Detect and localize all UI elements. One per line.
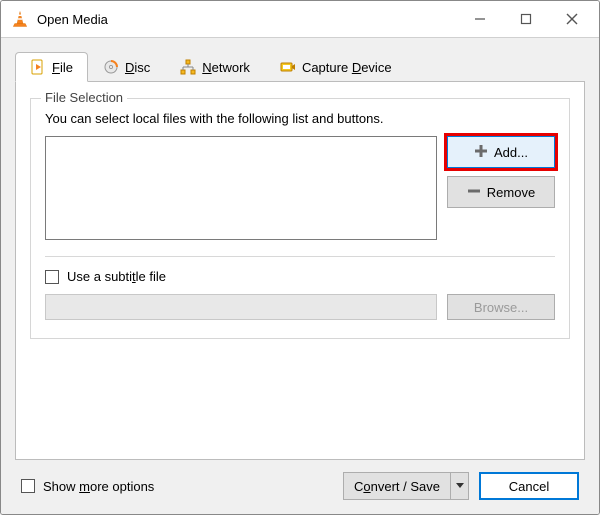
- file-selection-description: You can select local files with the foll…: [45, 111, 555, 126]
- show-more-row: Show more options: [21, 479, 154, 494]
- subtitle-input: [45, 294, 437, 320]
- file-icon: [30, 59, 46, 75]
- footer: Show more options Convert / Save Cancel: [15, 460, 585, 504]
- subtitle-browse-label: Browse...: [474, 300, 528, 315]
- tab-capture[interactable]: Capture Device: [265, 52, 407, 82]
- disc-icon: [103, 59, 119, 75]
- add-button[interactable]: Add...: [447, 136, 555, 168]
- file-list[interactable]: [45, 136, 437, 240]
- file-side-buttons: Add... Remove: [447, 136, 555, 208]
- file-selection-fieldset: File Selection You can select local file…: [30, 98, 570, 339]
- close-button[interactable]: [549, 3, 595, 35]
- file-panel: File Selection You can select local file…: [15, 81, 585, 460]
- convert-save-dropdown[interactable]: [451, 472, 469, 500]
- show-more-label: Show more options: [43, 479, 154, 494]
- titlebar: Open Media: [1, 1, 599, 37]
- tab-disc[interactable]: Disc: [88, 52, 165, 82]
- show-more-checkbox[interactable]: [21, 479, 35, 493]
- tab-disc-label: Disc: [125, 60, 150, 75]
- subtitle-checkbox[interactable]: [45, 270, 59, 284]
- remove-button-label: Remove: [487, 185, 535, 200]
- remove-button[interactable]: Remove: [447, 176, 555, 208]
- capture-device-icon: [280, 59, 296, 75]
- tab-file-label: File: [52, 60, 73, 75]
- convert-save-button[interactable]: Convert / Save: [343, 472, 469, 500]
- chevron-down-icon: [456, 483, 464, 489]
- maximize-button[interactable]: [503, 3, 549, 35]
- tabs: File Disc Network Capture Device: [15, 52, 585, 82]
- minus-icon: [467, 184, 481, 201]
- content-area: File Disc Network Capture Device: [1, 37, 599, 514]
- file-selection-legend: File Selection: [41, 90, 127, 105]
- convert-save-main[interactable]: Convert / Save: [343, 472, 451, 500]
- file-row: Add... Remove: [45, 136, 555, 240]
- subtitle-browse-button: Browse...: [447, 294, 555, 320]
- subtitle-row: Browse...: [45, 294, 555, 320]
- vlc-cone-icon: [11, 10, 29, 28]
- cancel-button[interactable]: Cancel: [479, 472, 579, 500]
- plus-icon: [474, 144, 488, 161]
- tab-network-label: Network: [202, 60, 250, 75]
- network-icon: [180, 59, 196, 75]
- open-media-window: Open Media File: [0, 0, 600, 515]
- window-title: Open Media: [37, 12, 457, 27]
- cancel-button-label: Cancel: [509, 479, 549, 494]
- add-button-label: Add...: [494, 145, 528, 160]
- subtitle-checkbox-label: Use a subtitle file: [67, 269, 166, 284]
- tab-capture-label: Capture Device: [302, 60, 392, 75]
- tab-network[interactable]: Network: [165, 52, 265, 82]
- tab-file[interactable]: File: [15, 52, 88, 82]
- divider: [45, 256, 555, 257]
- window-controls: [457, 3, 595, 35]
- minimize-button[interactable]: [457, 3, 503, 35]
- subtitle-check-row: Use a subtitle file: [45, 269, 555, 284]
